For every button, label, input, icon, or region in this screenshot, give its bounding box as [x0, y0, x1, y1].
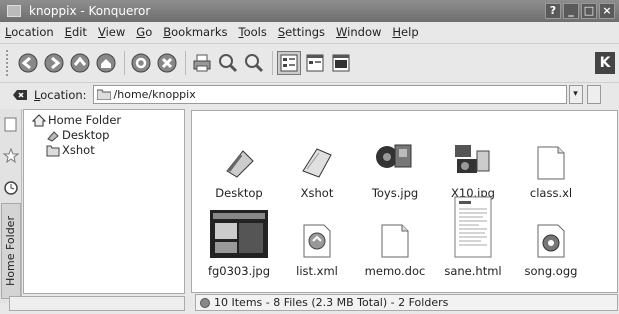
forward-icon [44, 53, 64, 72]
image-icon [210, 210, 268, 258]
icon-view-icon [280, 54, 298, 71]
help-button[interactable]: ? [545, 3, 561, 19]
back-icon [18, 53, 38, 72]
multi-view-icon [332, 54, 350, 71]
up-button[interactable] [68, 51, 92, 75]
title-bar: knoppix - Konqueror ? _ □ × [0, 0, 619, 22]
history-icon[interactable] [2, 179, 20, 197]
file-item[interactable]: Desktop [199, 131, 279, 200]
menu-edit[interactable]: Edit [65, 25, 87, 39]
file-item[interactable]: Xshot [277, 131, 357, 200]
home-button[interactable] [94, 51, 118, 75]
menu-view[interactable]: View [98, 25, 125, 39]
image-icon [455, 145, 490, 173]
zoom-out-button[interactable] [242, 51, 266, 75]
location-input[interactable]: /home/knoppix [92, 85, 567, 104]
file-item[interactable]: X10.jpg [433, 131, 513, 200]
reload-button[interactable] [129, 51, 153, 75]
status-bar: 10 Items - 8 Files (2.3 MB Total) - 2 Fo… [195, 294, 618, 311]
kde-logo[interactable]: K [595, 52, 615, 74]
location-dropdown-button[interactable]: ▾ [568, 85, 583, 104]
back-button[interactable] [16, 51, 40, 75]
minimize-button[interactable]: _ [563, 3, 579, 19]
desktop-folder-icon [226, 150, 254, 178]
zoom-in-button[interactable] [216, 51, 240, 75]
go-button[interactable] [586, 85, 601, 104]
tree-item-xshot[interactable]: Xshot [46, 143, 95, 157]
folder-tree: Home Folder Desktop Xshot [23, 109, 185, 294]
multi-view-button[interactable] [329, 51, 353, 75]
file-item[interactable]: sane.html [433, 193, 513, 278]
close-button[interactable]: × [599, 3, 615, 19]
image-icon [376, 144, 412, 168]
home-icon [96, 53, 116, 72]
menu-bookmarks[interactable]: Bookmarks [163, 25, 227, 39]
maximize-button[interactable]: □ [581, 3, 597, 19]
home-folder-tab[interactable]: Home Folder [1, 203, 21, 299]
menu-settings[interactable]: Settings [278, 25, 325, 39]
toolbar-separator [272, 50, 273, 75]
file-item[interactable]: Toys.jpg [355, 131, 435, 200]
folder-icon [96, 89, 111, 100]
star-icon[interactable] [2, 147, 20, 165]
menu-go[interactable]: Go [136, 25, 152, 39]
print-icon [193, 54, 211, 71]
file-item[interactable]: class.xl [511, 131, 591, 200]
toolbar-separator [124, 50, 125, 75]
folder-icon [302, 148, 332, 178]
folder-icon [46, 145, 60, 156]
menu-help[interactable]: Help [392, 25, 418, 39]
menu-bar: Location Edit View Go Bookmarks Tools Se… [0, 22, 619, 42]
toolbar-grip[interactable] [6, 49, 10, 76]
home-icon [32, 113, 46, 126]
menu-window[interactable]: Window [336, 25, 381, 39]
file-item[interactable]: song.ogg [511, 209, 591, 278]
menu-tools[interactable]: Tools [239, 25, 267, 39]
menu-location[interactable]: Location [5, 25, 54, 39]
toolbar-separator [185, 50, 186, 75]
stop-button[interactable] [155, 51, 179, 75]
konqueror-app-icon[interactable] [7, 5, 21, 17]
navigation-panel-tabs: Home Folder [0, 109, 22, 303]
audio-icon [537, 224, 565, 258]
location-value: /home/knoppix [113, 88, 196, 101]
main-toolbar: K [0, 43, 619, 81]
bookmarks-icon[interactable] [2, 115, 20, 133]
file-item[interactable]: fg0303.jpg [199, 209, 279, 278]
tree-scroll-area[interactable] [9, 296, 185, 311]
detail-view-icon [306, 54, 324, 71]
zoom-in-icon [219, 53, 238, 72]
zoom-out-icon [245, 53, 264, 72]
file-item[interactable]: memo.doc [355, 209, 435, 278]
window-title: knoppix - Konqueror [29, 4, 151, 18]
tree-item-desktop[interactable]: Desktop [46, 128, 109, 142]
print-button[interactable] [190, 51, 214, 75]
location-label: Location: [34, 87, 87, 102]
icon-view-button[interactable] [277, 50, 301, 75]
status-indicator-icon [200, 297, 210, 308]
xml-icon [303, 224, 331, 258]
up-icon [70, 53, 90, 72]
location-bar: Location: /home/knoppix ▾ [0, 82, 619, 106]
stop-icon [157, 53, 177, 72]
document-icon [381, 224, 409, 258]
html-icon [454, 196, 492, 258]
file-item[interactable]: list.xml [277, 209, 357, 278]
clear-location-icon[interactable] [12, 88, 28, 102]
reload-icon [131, 53, 151, 72]
status-text: 10 Items - 8 Files (2.3 MB Total) - 2 Fo… [214, 296, 449, 309]
forward-button[interactable] [42, 51, 66, 75]
detail-view-button[interactable] [303, 51, 327, 75]
tree-item-home-folder[interactable]: Home Folder [32, 113, 121, 127]
document-icon [537, 146, 565, 180]
desktop-icon [47, 130, 59, 142]
file-icon-view: Desktop Xshot Toys.jpg X10.jpg class.xl … [191, 110, 618, 293]
home-folder-tab-label: Home Folder [4, 216, 17, 286]
